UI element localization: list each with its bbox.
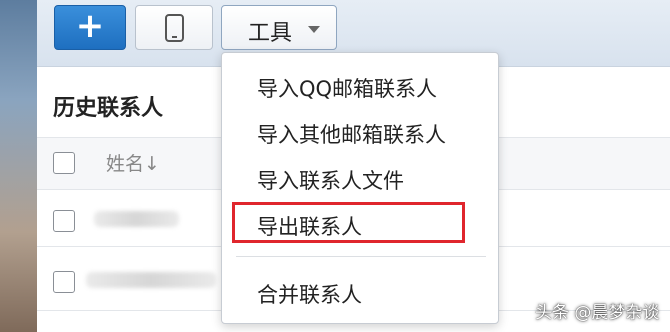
- page-title: 历史联系人: [53, 96, 164, 121]
- tools-dropdown-menu: 导入QQ邮箱联系人 导入其他邮箱联系人 导入联系人文件 导出联系人 合并联系人: [221, 52, 499, 324]
- export-highlight-box: [232, 202, 465, 243]
- plus-icon: +: [75, 6, 105, 46]
- row-checkbox[interactable]: [53, 210, 75, 232]
- select-all-checkbox[interactable]: [53, 152, 75, 174]
- menu-item-import-file[interactable]: 导入联系人文件: [257, 165, 404, 195]
- menu-item-import-other[interactable]: 导入其他邮箱联系人: [257, 119, 446, 149]
- phone-sync-button[interactable]: [135, 5, 213, 50]
- tools-button-label: 工具: [248, 21, 293, 46]
- blurred-contact-name: [86, 272, 216, 288]
- blurred-contact-name: [94, 211, 179, 227]
- phone-icon: [165, 14, 184, 42]
- tools-dropdown-button[interactable]: 工具: [221, 5, 337, 50]
- menu-divider: [236, 256, 486, 257]
- add-contact-button[interactable]: +: [54, 5, 126, 50]
- menu-item-merge[interactable]: 合并联系人: [257, 279, 362, 309]
- menu-item-import-qq[interactable]: 导入QQ邮箱联系人: [257, 73, 437, 103]
- window-edge: [0, 0, 37, 332]
- row-checkbox[interactable]: [53, 271, 75, 293]
- watermark: 头条 @晨梦杂谈: [535, 303, 660, 323]
- chevron-down-icon: [308, 26, 320, 33]
- column-header-name[interactable]: 姓名↓: [106, 149, 160, 176]
